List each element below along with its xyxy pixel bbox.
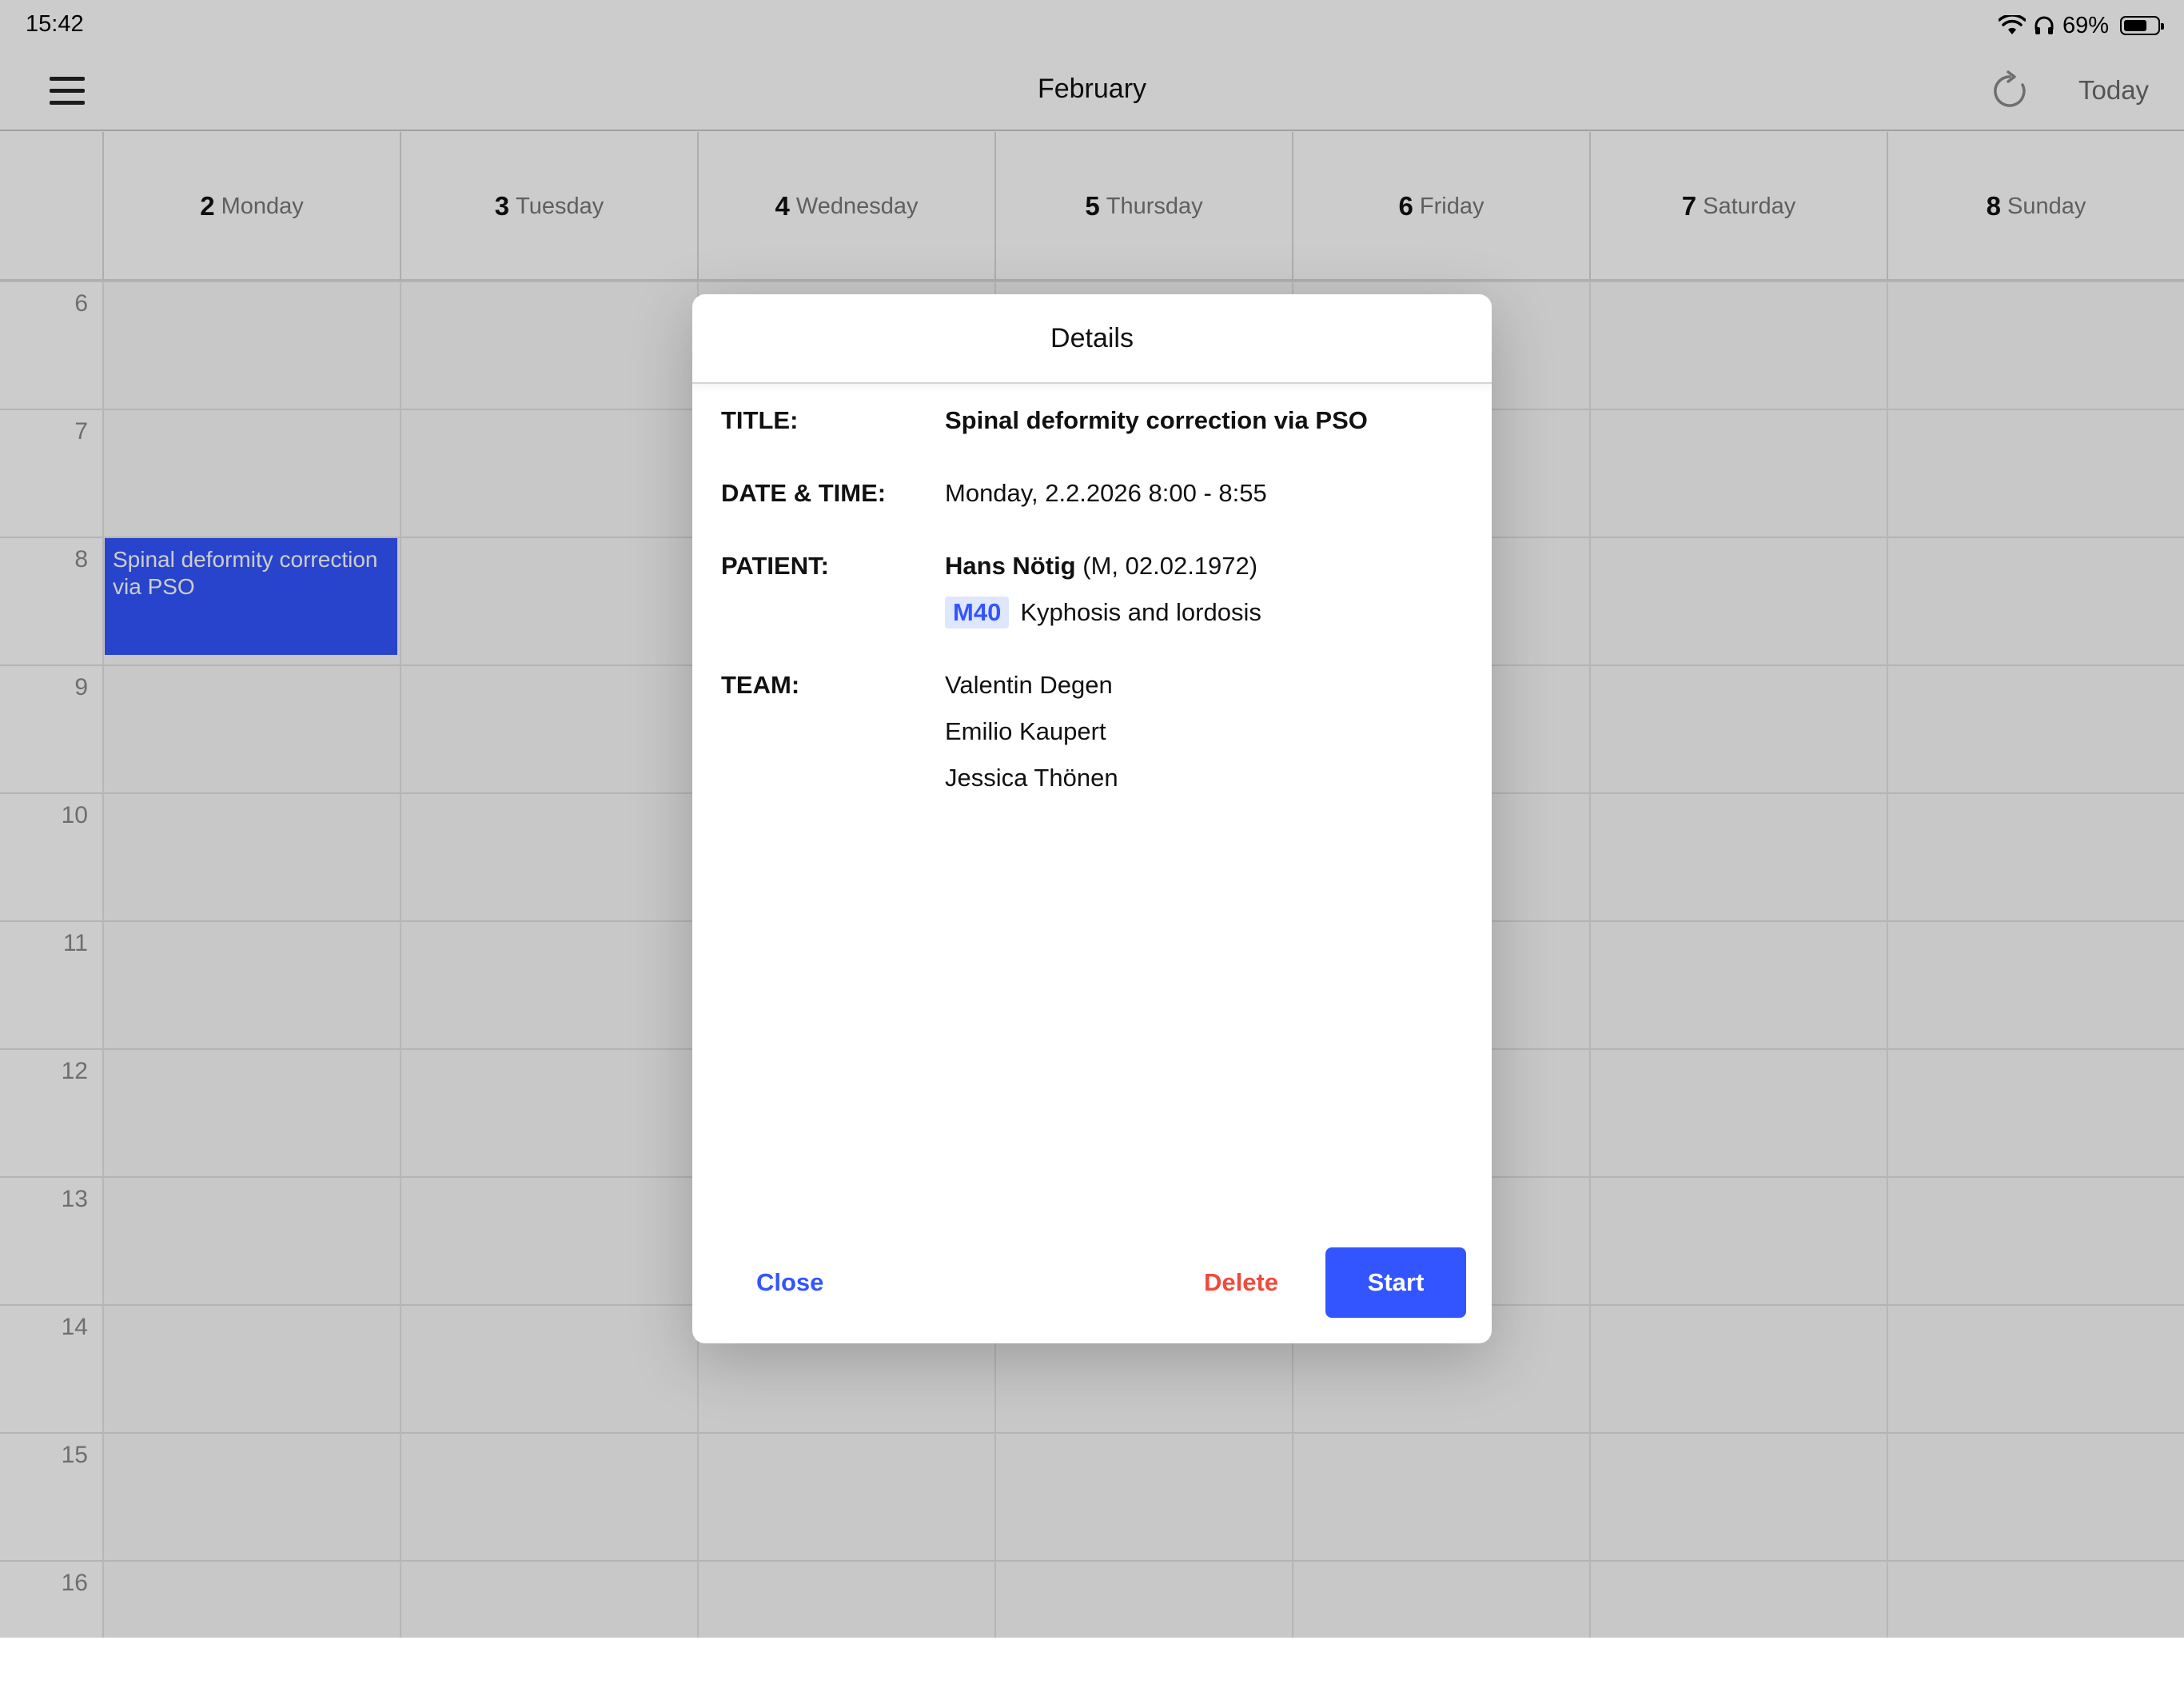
patient-name: Hans Nötig: [945, 552, 1076, 580]
team-member: Jessica Thönen: [945, 764, 1118, 792]
start-button[interactable]: Start: [1325, 1247, 1466, 1318]
close-button[interactable]: Close: [756, 1268, 823, 1297]
title-value: Spinal deformity correction via PSO: [945, 406, 1368, 434]
datetime-value: Monday, 2.2.2026 8:00 - 8:55: [945, 479, 1267, 507]
delete-button[interactable]: Delete: [1204, 1268, 1278, 1297]
patient-label: PATIENT:: [721, 552, 829, 580]
diagnosis: M40 Kyphosis and lordosis: [945, 597, 1261, 629]
datetime-label: DATE & TIME:: [721, 479, 887, 507]
team-member: Emilio Kaupert: [945, 717, 1106, 745]
dialog-title: Details: [1050, 323, 1134, 353]
patient-value: Hans Nötig (M, 02.02.1972): [945, 552, 1257, 581]
details-dialog: Details TITLE: Spinal deformity correcti…: [692, 294, 1492, 1343]
diagnosis-code-badge: M40: [945, 597, 1010, 629]
dialog-header: Details: [692, 294, 1492, 384]
team-member: Valentin Degen: [945, 671, 1113, 699]
title-label: TITLE:: [721, 406, 799, 434]
diagnosis-text: Kyphosis and lordosis: [1020, 598, 1261, 626]
calendar-app: 15:42 69% February Today 2 Monday 3 Tues…: [0, 0, 2184, 1638]
patient-info: (M, 02.02.1972): [1082, 552, 1258, 580]
team-label: TEAM:: [721, 671, 800, 699]
